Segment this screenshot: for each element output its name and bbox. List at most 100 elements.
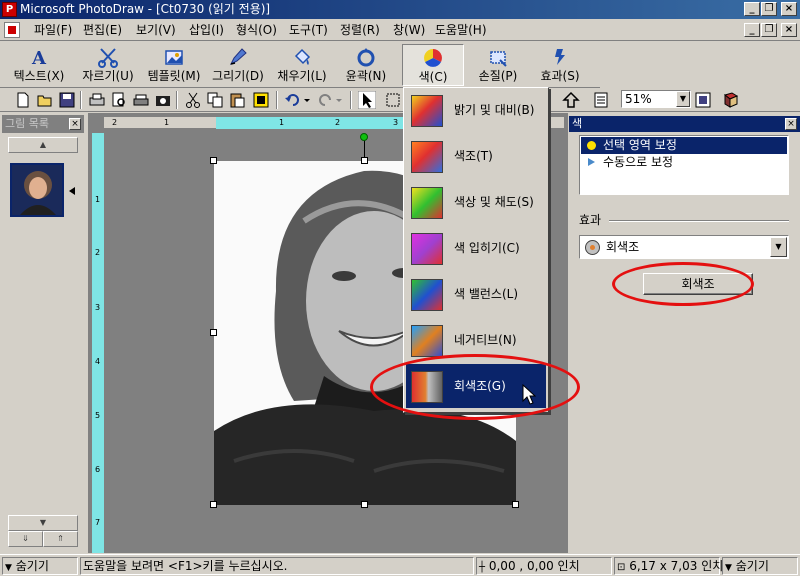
resize-handle[interactable] (210, 157, 217, 164)
mouse-cursor-icon (522, 384, 536, 405)
crop-button[interactable]: 자르기(U) (76, 44, 140, 86)
select-icon[interactable] (384, 91, 402, 109)
effects-icon (555, 49, 565, 65)
menu-view[interactable]: 보기(V) (136, 22, 176, 38)
rotate-handle[interactable] (360, 133, 368, 141)
menu-edit[interactable]: 편집(E) (83, 22, 122, 38)
undo-icon[interactable] (284, 91, 302, 109)
close-button[interactable]: × (781, 2, 797, 16)
print-icon[interactable] (88, 91, 106, 109)
doc-close-button[interactable]: × (781, 23, 797, 37)
menu-insert[interactable]: 삽입(I) (189, 22, 224, 38)
redo-dropdown-icon[interactable] (334, 91, 344, 109)
option-select-area-correct[interactable]: 선택 영역 보정 (581, 137, 787, 154)
scan-icon[interactable] (132, 91, 150, 109)
fill-bucket-icon (294, 48, 311, 65)
camera-icon[interactable] (154, 91, 172, 109)
menu-tools[interactable]: 도구(T) (289, 22, 328, 38)
document-icon[interactable] (4, 22, 20, 38)
ruler-number: 4 (95, 357, 101, 366)
picture-list-scroll-up[interactable]: ▲ (8, 137, 78, 153)
save-icon[interactable] (58, 91, 76, 109)
menu-item-negative[interactable]: 네거티브(N) (406, 318, 546, 362)
draw-button[interactable]: 그리기(D) (208, 44, 268, 86)
effect-select-value: 회색조 (606, 240, 640, 254)
templates-button[interactable]: 템플릿(M) (142, 44, 206, 86)
menu-item-tint[interactable]: 색조(T) (406, 134, 546, 178)
resize-handle[interactable] (210, 329, 217, 336)
picture-thumbnail[interactable] (10, 163, 64, 217)
chevron-down-icon: ▼ (725, 563, 732, 573)
menu-item-color-balance[interactable]: 색 밸런스(L) (406, 272, 546, 316)
menu-item-brightness-contrast[interactable]: 밝기 및 대비(B) (406, 88, 546, 132)
menu-bar: 파일(F) 편집(E) 보기(V) 삽입(I) 형식(O) 도구(T) 정렬(R… (0, 19, 800, 41)
color-button[interactable]: 색(C) (402, 44, 464, 86)
menu-window[interactable]: 창(W) (393, 22, 425, 38)
doc-restore-button[interactable]: ❐ (761, 23, 777, 37)
chevron-down-icon: ▼ (5, 563, 12, 573)
arrow-tool-icon[interactable] (562, 91, 580, 109)
status-help-text: 도움말을 보려면 <F1>키를 누르십시오. (80, 557, 474, 575)
grayscale-apply-button[interactable]: 회색조 (643, 273, 753, 295)
zoom-combobox[interactable]: 51% ▼ (621, 90, 691, 108)
ruler-number: 5 (95, 411, 101, 420)
ruler-number: 3 (393, 118, 399, 127)
hide-picture-list-button[interactable]: ▼ 숨기기 (2, 557, 78, 575)
touchup-button[interactable]: 손질(P) (468, 44, 528, 86)
outline-button[interactable]: 윤곽(N) (336, 44, 396, 86)
restore-button[interactable]: ❐ (761, 2, 777, 16)
status-size-panel: ⊡ 6,17 x 7,03 인치 (614, 557, 723, 575)
resize-handle[interactable] (210, 501, 217, 508)
redo-icon[interactable] (316, 91, 334, 109)
task-pane-title: 색 (572, 117, 583, 130)
status-position-panel: ┼ 0,00 , 0,00 인치 (476, 557, 612, 575)
menu-arrange[interactable]: 정렬(R) (340, 22, 380, 38)
vertical-ruler[interactable]: 1 2 3 4 5 6 7 (92, 133, 104, 553)
open-folder-icon[interactable] (36, 91, 54, 109)
zoom-fit-icon[interactable] (694, 91, 712, 109)
resize-handle[interactable] (361, 501, 368, 508)
text-icon: A (31, 48, 47, 68)
menu-file[interactable]: 파일(F) (34, 22, 72, 38)
text-button[interactable]: A 텍스트(X) (6, 44, 72, 86)
picture-list-scroll-down[interactable]: ▼ (8, 515, 78, 531)
page-setup-icon[interactable] (592, 91, 610, 109)
menu-item-colorize[interactable]: 색 입히기(C) (406, 226, 546, 270)
clipart-book-icon[interactable] (722, 91, 740, 109)
minimize-button[interactable]: _ (744, 2, 760, 16)
menu-format[interactable]: 형식(O) (236, 22, 277, 38)
picture-list-scroll-last[interactable]: ⇓ (8, 531, 43, 547)
menu-item-hue-saturation[interactable]: 색상 및 채도(S) (406, 180, 546, 224)
color-wheel-icon (424, 49, 442, 67)
picture-list-scroll-first[interactable]: ⇑ (43, 531, 78, 547)
format-painter-icon[interactable] (252, 91, 270, 109)
paste-icon[interactable] (228, 91, 246, 109)
toolbar-separator (176, 91, 178, 109)
scissors-icon (98, 48, 118, 68)
color-balance-icon (411, 279, 443, 311)
cut-icon[interactable] (184, 91, 202, 109)
chevron-down-icon[interactable]: ▼ (676, 91, 690, 107)
pointer-icon[interactable] (358, 91, 376, 109)
visual-menu-toolbar: A 텍스트(X) 자르기(U) 템플릿(M) 그리기(D) 채우기(L) 윤곽(… (0, 42, 600, 88)
close-icon[interactable]: × (69, 118, 81, 130)
caret-left-icon (69, 187, 75, 195)
copy-icon[interactable] (206, 91, 224, 109)
doc-minimize-button[interactable]: _ (744, 23, 760, 37)
photodraw-app-icon[interactable]: P (2, 2, 17, 17)
hide-task-pane-button[interactable]: ▼ 숨기기 (722, 557, 798, 575)
undo-dropdown-icon[interactable] (302, 91, 312, 109)
new-file-icon[interactable] (14, 91, 32, 109)
resize-handle[interactable] (361, 157, 368, 164)
menu-help[interactable]: 도움말(H) (435, 22, 487, 38)
close-icon[interactable]: × (785, 118, 797, 130)
effects-button[interactable]: 효과(S) (530, 44, 590, 86)
effect-select[interactable]: 회색조 ▼ (579, 235, 789, 259)
chevron-down-icon[interactable]: ▼ (770, 237, 787, 257)
task-pane-titlebar: 색 × (569, 116, 800, 132)
fill-button[interactable]: 채우기(L) (272, 44, 332, 86)
option-manual-correct[interactable]: 수동으로 보정 (581, 154, 787, 171)
ruler-number: 2 (335, 118, 341, 127)
resize-handle[interactable] (512, 501, 519, 508)
print-preview-icon[interactable] (110, 91, 128, 109)
